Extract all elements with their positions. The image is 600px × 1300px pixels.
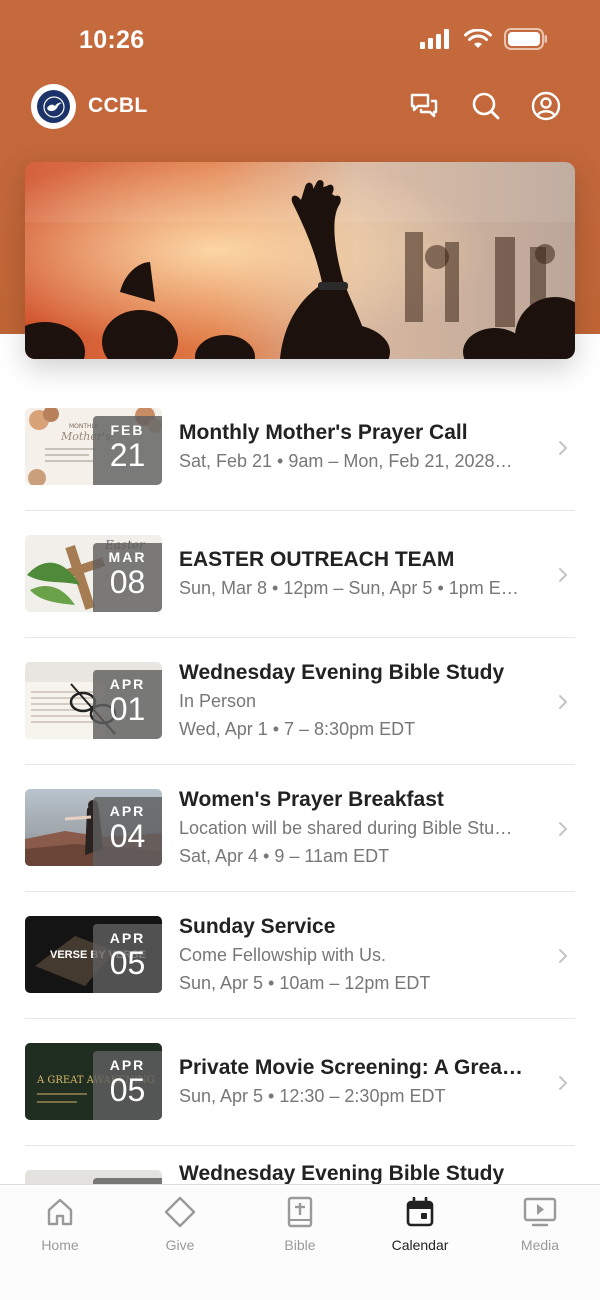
date-badge: APR 01 xyxy=(93,670,162,739)
event-thumbnail: APR 04 xyxy=(25,789,162,866)
event-item[interactable]: APR 01 Wednesday Evening Bible Study In … xyxy=(25,638,575,765)
date-badge: APR 05 xyxy=(93,1051,162,1120)
event-title: Sunday Service xyxy=(179,915,336,938)
event-item[interactable]: A GREAT AWAKENING APR 05 Private Movie S… xyxy=(25,1019,575,1146)
chevron-right-icon xyxy=(559,949,568,963)
tab-give[interactable]: Give xyxy=(130,1195,230,1253)
brand-name: CCBL xyxy=(88,94,148,117)
chevron-right-icon xyxy=(559,441,568,455)
date-day: 05 xyxy=(109,1072,146,1108)
event-datetime: Sun, Apr 5 • 12:30 – 2:30pm EDT xyxy=(179,1086,446,1106)
hero-banner[interactable] xyxy=(25,162,575,359)
calendar-icon xyxy=(370,1195,470,1229)
user-icon[interactable] xyxy=(530,90,562,122)
event-thumbnail: Easter MAR 08 xyxy=(25,535,162,612)
tab-label: Calendar xyxy=(391,1237,449,1253)
bible-icon xyxy=(250,1195,350,1229)
event-title: Private Movie Screening: A Grea… xyxy=(179,1056,523,1079)
date-day: 08 xyxy=(109,564,146,600)
event-datetime: Sun, Mar 8 • 12pm – Sun, Apr 5 • 1pm E… xyxy=(179,578,519,598)
signal-icon xyxy=(420,29,449,49)
event-title: EASTER OUTREACH TEAM xyxy=(179,548,455,571)
status-bar: 10:26 xyxy=(0,0,600,80)
event-item[interactable]: Mother's MONTHLY FEB 21 Monthly Mother's… xyxy=(25,384,575,511)
event-thumbnail: Mother's MONTHLY FEB 21 xyxy=(25,408,162,485)
date-day: 21 xyxy=(109,437,146,473)
event-datetime: Sun, Apr 5 • 10am – 12pm EDT xyxy=(179,973,431,993)
date-month: MAR xyxy=(108,549,147,565)
event-description: Come Fellowship with Us. xyxy=(179,945,387,965)
event-title: Monthly Mother's Prayer Call xyxy=(179,421,468,444)
chevron-right-icon xyxy=(559,822,568,836)
date-day: 04 xyxy=(109,818,146,854)
tab-label: Media xyxy=(520,1237,560,1253)
tab-bible[interactable]: Bible xyxy=(250,1195,350,1253)
dove-icon xyxy=(37,90,70,123)
chevron-right-icon xyxy=(559,1076,568,1090)
status-icons xyxy=(420,28,548,50)
wifi-icon xyxy=(464,29,492,48)
event-datetime: Wed, Apr 1 • 7 – 8:30pm EDT xyxy=(179,719,416,739)
event-datetime: Sat, Feb 21 • 9am – Mon, Feb 21, 2028… xyxy=(179,451,513,471)
date-day: 05 xyxy=(109,945,146,981)
event-title: Women's Prayer Breakfast xyxy=(179,788,444,811)
tab-label: Give xyxy=(165,1237,195,1253)
date-month: FEB xyxy=(110,422,145,438)
date-badge: APR 05 xyxy=(93,924,162,993)
event-title: Wednesday Evening Bible Study xyxy=(179,661,505,684)
event-thumbnail: A GREAT AWAKENING APR 05 xyxy=(25,1043,162,1120)
event-item[interactable]: Easter MAR 08 EASTER OUTREACH TEAM Sun, … xyxy=(25,511,575,638)
date-month: APR xyxy=(109,803,146,819)
search-icon[interactable] xyxy=(470,90,502,122)
battery-icon xyxy=(504,28,547,50)
date-badge: FEB 21 xyxy=(93,416,162,485)
home-icon xyxy=(10,1195,110,1229)
date-month: APR xyxy=(109,676,146,692)
event-thumbnail: VERSE BY VERSE APR 05 xyxy=(25,916,162,993)
tab-calendar[interactable]: Calendar xyxy=(370,1195,470,1253)
chevron-right-icon xyxy=(559,695,568,709)
date-day: 01 xyxy=(109,691,146,727)
tab-media[interactable]: Media xyxy=(490,1195,590,1253)
event-location: Location will be shared during Bible Stu… xyxy=(179,818,513,838)
event-thumbnail: APR 01 xyxy=(25,662,162,739)
date-badge: MAR 08 xyxy=(93,543,162,612)
diamond-icon xyxy=(130,1195,230,1229)
chat-bubbles-icon[interactable] xyxy=(408,90,440,122)
date-badge: APR 04 xyxy=(93,797,162,866)
events-list: Mother's MONTHLY FEB 21 Monthly Mother's… xyxy=(25,384,575,1273)
event-location: In Person xyxy=(179,691,257,711)
event-datetime: Sat, Apr 4 • 9 – 11am EDT xyxy=(179,846,390,866)
app-header: CCBL xyxy=(0,82,600,130)
chevron-right-icon xyxy=(559,568,568,582)
media-play-icon xyxy=(490,1195,590,1229)
event-item[interactable]: APR 04 Women's Prayer Breakfast Location… xyxy=(25,765,575,892)
church-logo[interactable] xyxy=(31,84,76,129)
event-item[interactable]: VERSE BY VERSE APR 05 Sunday Service Com… xyxy=(25,892,575,1019)
tab-label: Home xyxy=(41,1237,79,1253)
worship-concert-image xyxy=(25,162,575,359)
date-month: APR xyxy=(109,1057,146,1073)
tab-bar: Home Give Bible Calendar Media xyxy=(0,1184,600,1300)
date-month: APR xyxy=(109,930,146,946)
tab-home[interactable]: Home xyxy=(10,1195,110,1253)
tab-label: Bible xyxy=(284,1237,316,1253)
status-time: 10:26 xyxy=(79,26,145,54)
